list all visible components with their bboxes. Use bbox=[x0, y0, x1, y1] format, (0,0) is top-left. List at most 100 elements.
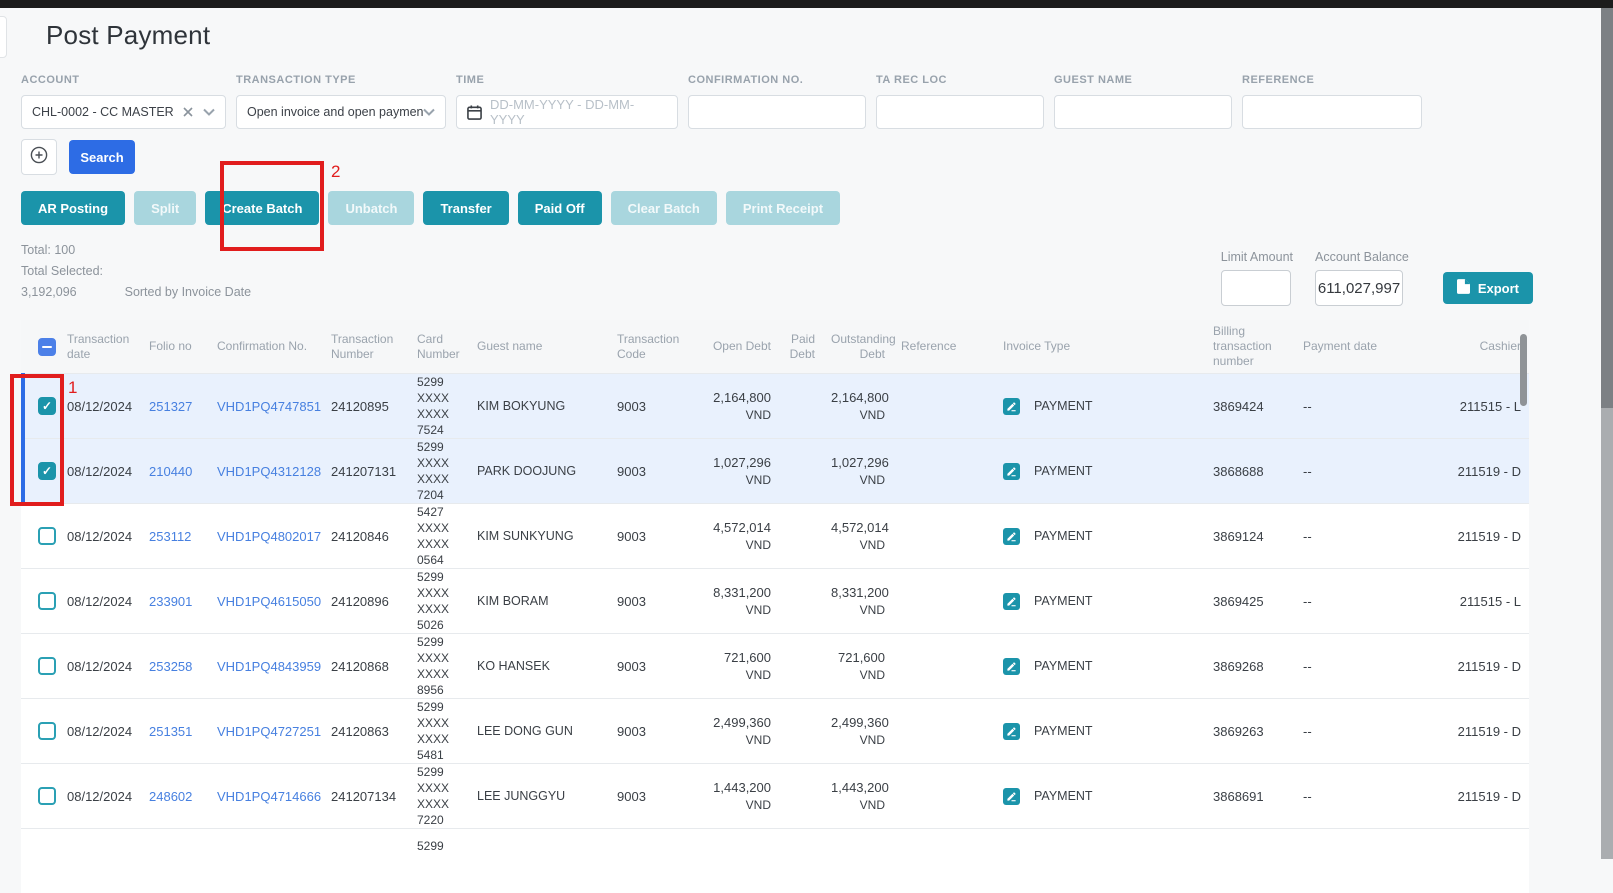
export-label: Export bbox=[1478, 281, 1519, 296]
open-debt-value: 1,027,296 bbox=[705, 455, 771, 470]
row-checkbox[interactable] bbox=[38, 722, 56, 740]
page-scrollbar-thumb[interactable] bbox=[1601, 8, 1613, 408]
ta-rec-loc-input[interactable] bbox=[876, 95, 1044, 129]
row-checkbox[interactable] bbox=[38, 592, 56, 610]
edit-reference-icon[interactable] bbox=[1003, 788, 1020, 805]
cell-invoice-type: PAYMENT bbox=[995, 788, 1205, 805]
column-header-date: Transaction date bbox=[59, 328, 141, 366]
folio-link[interactable]: 210440 bbox=[141, 464, 209, 479]
search-button[interactable]: Search bbox=[69, 140, 135, 174]
action-button-bar: AR Posting Split Create Batch Unbatch Tr… bbox=[21, 191, 1613, 225]
edit-reference-icon[interactable] bbox=[1003, 723, 1020, 740]
cell-transaction-number: 24120846 bbox=[323, 529, 409, 544]
add-filter-button[interactable] bbox=[21, 139, 57, 175]
account-select[interactable]: CHL-0002 - CC MASTER C... bbox=[21, 95, 226, 129]
invoice-type-label: PAYMENT bbox=[1034, 399, 1093, 413]
confirmation-link[interactable]: VHD1PQ4802017 bbox=[209, 529, 323, 544]
time-daterange-picker[interactable]: DD-MM-YYYY - DD-MM-YYYY bbox=[456, 95, 678, 129]
open-debt-currency: VND bbox=[705, 408, 771, 422]
confirmation-link[interactable]: VHD1PQ4747851 bbox=[209, 399, 323, 414]
cell-transaction-date: 08/12/2024 bbox=[59, 659, 141, 674]
sorted-by-text: Sorted by Invoice Date bbox=[125, 285, 251, 299]
account-clear-icon[interactable] bbox=[183, 107, 193, 117]
reference-input[interactable] bbox=[1242, 95, 1422, 129]
cell-billing-transaction-number: 3869263 bbox=[1205, 724, 1295, 739]
open-debt-currency: VND bbox=[705, 798, 771, 812]
calendar-icon bbox=[467, 105, 482, 120]
export-file-icon bbox=[1457, 279, 1470, 297]
folio-link[interactable]: 253258 bbox=[141, 659, 209, 674]
edit-reference-icon[interactable] bbox=[1003, 528, 1020, 545]
folio-link[interactable]: 253112 bbox=[141, 529, 209, 544]
cell-open-debt: 721,600VND bbox=[697, 650, 779, 682]
table-row[interactable]: 08/12/2024248602VHD1PQ471466624120713452… bbox=[21, 763, 1529, 828]
open-debt-value: 8,331,200 bbox=[705, 585, 771, 600]
edit-reference-icon[interactable] bbox=[1003, 398, 1020, 415]
cell-open-debt: 2,164,800VND bbox=[697, 390, 779, 422]
create-batch-button[interactable]: Create Batch bbox=[205, 191, 319, 225]
guest-name-input[interactable] bbox=[1054, 95, 1232, 129]
transfer-button[interactable]: Transfer bbox=[423, 191, 508, 225]
transaction-type-select[interactable]: Open invoice and open payment bbox=[236, 95, 446, 129]
folio-link[interactable]: 251351 bbox=[141, 724, 209, 739]
edit-reference-icon[interactable] bbox=[1003, 463, 1020, 480]
row-checkbox[interactable] bbox=[38, 397, 56, 415]
confirmation-no-label: CONFIRMATION NO. bbox=[688, 74, 866, 87]
open-debt-currency: VND bbox=[705, 538, 771, 552]
column-header-transaction_code: Transaction Code bbox=[609, 328, 697, 366]
print-receipt-button: Print Receipt bbox=[726, 191, 840, 225]
cell-transaction-code: 9003 bbox=[609, 529, 697, 544]
cell-billing-transaction-number: 3869124 bbox=[1205, 529, 1295, 544]
folio-link[interactable]: 233901 bbox=[141, 594, 209, 609]
column-header-invoice_type: Invoice Type bbox=[995, 335, 1205, 358]
edit-reference-icon[interactable] bbox=[1003, 658, 1020, 675]
cell-select bbox=[21, 592, 59, 610]
open-debt-value: 721,600 bbox=[705, 650, 771, 665]
account-chevron-down-icon[interactable] bbox=[203, 108, 215, 116]
transaction-type-chevron-down-icon[interactable] bbox=[423, 108, 435, 116]
row-checkbox[interactable] bbox=[38, 787, 56, 805]
cell-open-debt: 2,499,360VND bbox=[697, 715, 779, 747]
column-header-confirmation: Confirmation No. bbox=[209, 335, 323, 358]
cell-cashier: 211519 - D bbox=[1390, 464, 1529, 479]
table-row[interactable]: 08/12/2024251351VHD1PQ472725124120863529… bbox=[21, 698, 1529, 763]
table-row[interactable]: 5299 bbox=[21, 828, 1529, 893]
unbatch-button: Unbatch bbox=[328, 191, 414, 225]
confirmation-link[interactable]: VHD1PQ4727251 bbox=[209, 724, 323, 739]
page-scrollbar[interactable] bbox=[1601, 8, 1613, 859]
column-header-billing_transaction_number: Billing transaction number bbox=[1205, 320, 1295, 373]
cell-guest-name: KIM SUNKYUNG bbox=[469, 529, 609, 543]
row-checkbox[interactable] bbox=[38, 657, 56, 675]
invoice-type-label: PAYMENT bbox=[1034, 594, 1093, 608]
table-scrollbar-thumb[interactable] bbox=[1520, 334, 1527, 406]
account-balance-value: 611,027,997 bbox=[1315, 270, 1403, 306]
outstanding-debt-currency: VND bbox=[831, 733, 885, 747]
table-row[interactable]: 08/12/2024253258VHD1PQ484395924120868529… bbox=[21, 633, 1529, 698]
paid-off-button[interactable]: Paid Off bbox=[518, 191, 602, 225]
confirmation-no-input[interactable] bbox=[688, 95, 866, 129]
cell-invoice-type: PAYMENT bbox=[995, 723, 1205, 740]
table-row[interactable]: 08/12/2024253112VHD1PQ480201724120846542… bbox=[21, 503, 1529, 568]
ar-posting-button[interactable]: AR Posting bbox=[21, 191, 125, 225]
outstanding-debt-value: 721,600 bbox=[831, 650, 885, 665]
confirmation-link[interactable]: VHD1PQ4312128 bbox=[209, 464, 323, 479]
table-row[interactable]: 08/12/2024210440VHD1PQ431212824120713152… bbox=[21, 438, 1529, 503]
confirmation-link[interactable]: VHD1PQ4843959 bbox=[209, 659, 323, 674]
row-checkbox[interactable] bbox=[38, 462, 56, 480]
cell-guest-name: PARK DOOJUNG bbox=[469, 464, 609, 478]
select-all-checkbox[interactable] bbox=[38, 338, 56, 356]
table-row[interactable]: 08/12/2024233901VHD1PQ461505024120896529… bbox=[21, 568, 1529, 633]
table-row[interactable]: 08/12/2024251327VHD1PQ474785124120895529… bbox=[21, 373, 1529, 438]
edit-reference-icon[interactable] bbox=[1003, 593, 1020, 610]
cell-transaction-date: 08/12/2024 bbox=[59, 399, 141, 414]
cell-payment-date: -- bbox=[1295, 789, 1390, 804]
confirmation-link[interactable]: VHD1PQ4714666 bbox=[209, 789, 323, 804]
export-button[interactable]: Export bbox=[1443, 272, 1533, 304]
row-checkbox[interactable] bbox=[38, 527, 56, 545]
folio-link[interactable]: 251327 bbox=[141, 399, 209, 414]
clear-batch-button: Clear Batch bbox=[611, 191, 717, 225]
confirmation-link[interactable]: VHD1PQ4615050 bbox=[209, 594, 323, 609]
limit-amount-input[interactable] bbox=[1221, 270, 1291, 306]
folio-link[interactable]: 248602 bbox=[141, 789, 209, 804]
cell-billing-transaction-number: 3868691 bbox=[1205, 789, 1295, 804]
